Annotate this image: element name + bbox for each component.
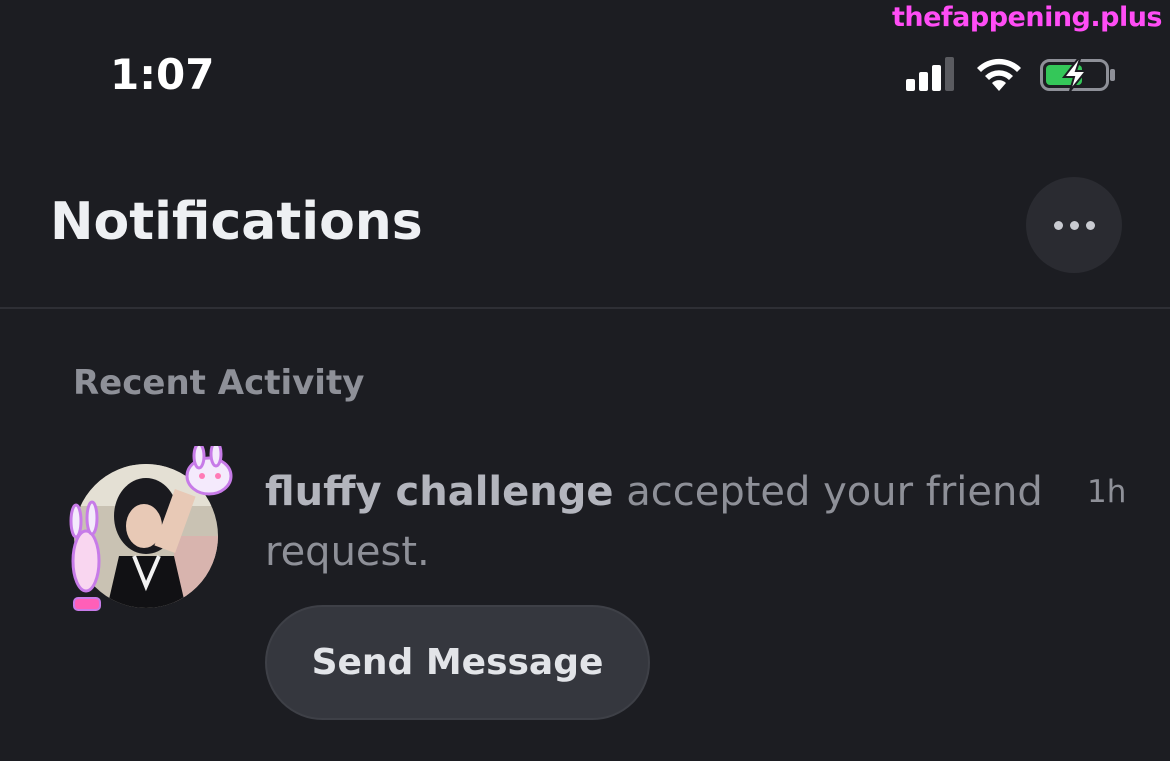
send-message-button[interactable]: Send Message bbox=[265, 605, 650, 720]
notification-item[interactable]: fluffy challenge accepted your friend re… bbox=[0, 440, 1170, 740]
more-options-button[interactable] bbox=[1026, 177, 1122, 273]
notification-timestamp: 1h bbox=[1087, 474, 1127, 510]
ellipsis-icon bbox=[1053, 220, 1095, 230]
wifi-icon bbox=[977, 58, 1021, 91]
section-heading-recent-activity: Recent Activity bbox=[73, 363, 365, 403]
notification-message: fluffy challenge accepted your friend re… bbox=[265, 462, 1045, 582]
page-title: Notifications bbox=[50, 192, 423, 252]
battery-charging-icon bbox=[1040, 58, 1115, 92]
status-time: 1:07 bbox=[110, 50, 215, 99]
notification-username[interactable]: fluffy challenge bbox=[265, 469, 614, 515]
cellular-signal-icon bbox=[906, 57, 954, 91]
user-avatar[interactable] bbox=[64, 446, 234, 621]
notifications-header: Notifications bbox=[0, 140, 1170, 309]
status-bar: 1:07 bbox=[0, 0, 1170, 140]
